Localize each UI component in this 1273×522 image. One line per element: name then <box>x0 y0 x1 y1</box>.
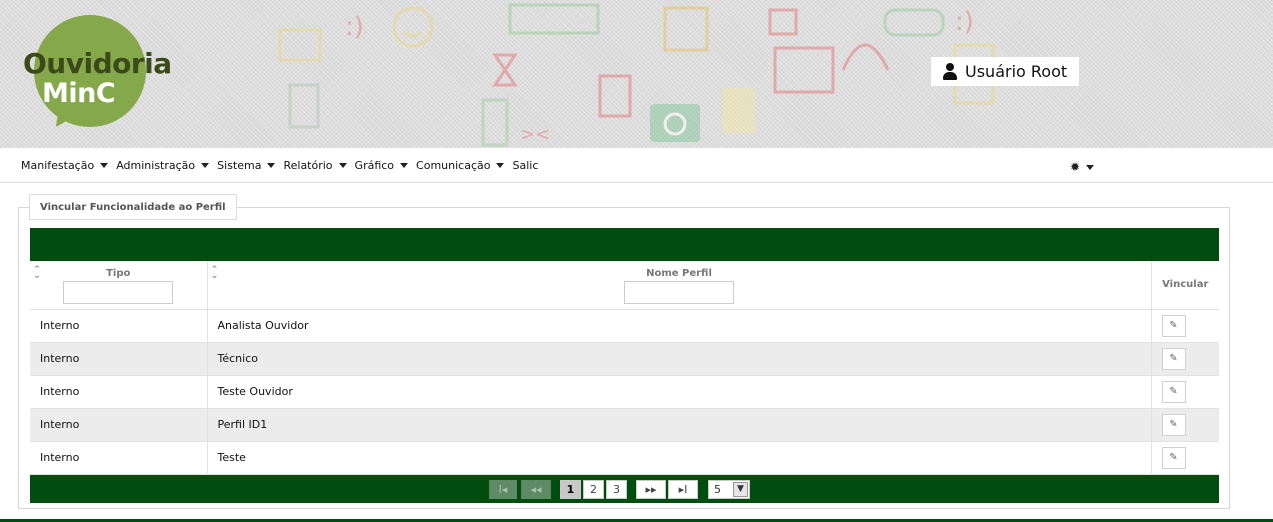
main-menu: Manifestação Administração Sistema Relat… <box>0 148 1273 183</box>
menu-label: Relatório <box>283 159 333 172</box>
logo-text-minc: MinC <box>42 78 116 109</box>
column-header-tipo[interactable]: ⌃ ⌄ Tipo <box>30 261 208 310</box>
table-row: Interno Teste ✎ <box>30 441 1219 475</box>
cell-tipo: Interno <box>30 408 208 442</box>
cell-nome: Teste Ouvidor <box>207 375 1152 409</box>
first-page-button[interactable]: I◂ <box>489 479 517 499</box>
menu-comunicacao[interactable]: Comunicação <box>416 159 505 172</box>
caret-down-icon <box>267 163 276 168</box>
menu-salic[interactable]: Salic <box>512 159 538 172</box>
header-banner: :) :) >< Ouvidoria MinC Usuário Root <box>0 0 1273 148</box>
svg-text::): :) <box>345 12 364 42</box>
cell-nome: Teste <box>207 441 1152 475</box>
edit-link-button[interactable]: ✎ <box>1161 446 1186 469</box>
cell-vincular: ✎ <box>1151 309 1219 343</box>
page-button-3[interactable]: 3 <box>606 479 627 499</box>
edit-link-button[interactable]: ✎ <box>1161 314 1186 337</box>
menu-label: Manifestação <box>21 159 95 172</box>
caret-down-icon <box>400 163 409 168</box>
column-label: Tipo <box>106 268 131 279</box>
menu-sistema[interactable]: Sistema <box>217 159 276 172</box>
svg-text:><: >< <box>520 124 550 145</box>
caret-down-icon <box>338 163 347 168</box>
menu-label: Comunicação <box>416 159 491 172</box>
last-page-button[interactable]: ▸I <box>668 479 698 499</box>
data-table: ⌃ ⌄ Tipo ⌃ ⌄ Nome Perfil Vincular Interno … <box>30 228 1219 503</box>
user-info[interactable]: Usuário Root <box>931 57 1079 86</box>
filter-tipo-input[interactable] <box>63 281 174 304</box>
table-row: Interno Teste Ouvidor ✎ <box>30 375 1219 409</box>
menu-label: Sistema <box>217 159 262 172</box>
menu-administracao[interactable]: Administração <box>116 159 210 172</box>
page-button-2[interactable]: 2 <box>583 479 604 499</box>
pencil-icon: ✎ <box>1169 320 1178 331</box>
edit-link-button[interactable]: ✎ <box>1161 413 1186 436</box>
chevron-down-icon: ▼ <box>733 481 748 497</box>
column-header-nome-perfil[interactable]: ⌃ ⌄ Nome Perfil <box>207 261 1152 310</box>
table-row: Interno Perfil ID1 ✎ <box>30 408 1219 442</box>
cell-nome: Perfil ID1 <box>207 408 1152 442</box>
menu-label: Salic <box>512 159 539 172</box>
page-button-1[interactable]: 1 <box>560 479 581 499</box>
user-icon <box>943 63 957 80</box>
menu-relatorio[interactable]: Relatório <box>283 159 347 172</box>
background-illustration: :) :) >< <box>278 3 995 147</box>
pencil-icon: ✎ <box>1169 452 1178 463</box>
user-name: Usuário Root <box>965 62 1068 81</box>
next-page-button[interactable]: ▸▸ <box>636 479 666 499</box>
cell-tipo: Interno <box>30 375 208 409</box>
table-row: Interno Técnico ✎ <box>30 342 1219 376</box>
filter-nome-perfil-input[interactable] <box>624 281 734 304</box>
sort-icon[interactable]: ⌃ ⌄ <box>33 266 41 281</box>
menu-grafico[interactable]: Gráfico <box>355 159 409 172</box>
cell-vincular: ✎ <box>1151 342 1219 376</box>
logo-text-ouvidoria: Ouvidoria <box>23 47 172 80</box>
cell-vincular: ✎ <box>1151 408 1219 442</box>
panel-legend: Vincular Funcionalidade ao Perfil <box>29 194 237 220</box>
svg-text::): :) <box>955 7 974 37</box>
caret-down-icon <box>1086 164 1095 170</box>
cell-vincular: ✎ <box>1151 375 1219 409</box>
caret-down-icon <box>100 163 109 168</box>
table-header-bar <box>30 228 1219 261</box>
edit-link-button[interactable]: ✎ <box>1161 347 1186 370</box>
paginator: I◂ ◂◂ 1 2 3 ▸▸ ▸I 5 ▼ <box>30 474 1219 503</box>
menu-manifestacao[interactable]: Manifestação <box>21 159 109 172</box>
cell-tipo: Interno <box>30 309 208 343</box>
gear-icon: ✹ <box>1070 160 1081 174</box>
menu-label: Administração <box>116 159 196 172</box>
rows-per-page-select[interactable]: 5 ▼ <box>708 479 750 499</box>
column-header-vincular: Vincular <box>1151 261 1219 310</box>
caret-down-icon <box>201 163 210 168</box>
cell-nome: Analista Ouvidor <box>207 309 1152 343</box>
cell-nome: Técnico <box>207 342 1152 376</box>
column-label: Nome Perfil <box>646 268 712 279</box>
sort-icon[interactable]: ⌃ ⌄ <box>211 266 219 281</box>
pencil-icon: ✎ <box>1169 386 1178 397</box>
menu-label: Gráfico <box>354 159 395 172</box>
rows-per-page-value: 5 <box>714 482 721 496</box>
caret-down-icon <box>496 163 505 168</box>
table-row: Interno Analista Ouvidor ✎ <box>30 309 1219 343</box>
edit-link-button[interactable]: ✎ <box>1161 380 1186 403</box>
prev-page-button[interactable]: ◂◂ <box>521 479 551 499</box>
cell-vincular: ✎ <box>1151 441 1219 475</box>
settings-menu[interactable]: ✹ <box>1070 160 1095 174</box>
pencil-icon: ✎ <box>1169 419 1178 430</box>
cell-tipo: Interno <box>30 441 208 475</box>
cell-tipo: Interno <box>30 342 208 376</box>
pencil-icon: ✎ <box>1169 353 1178 364</box>
